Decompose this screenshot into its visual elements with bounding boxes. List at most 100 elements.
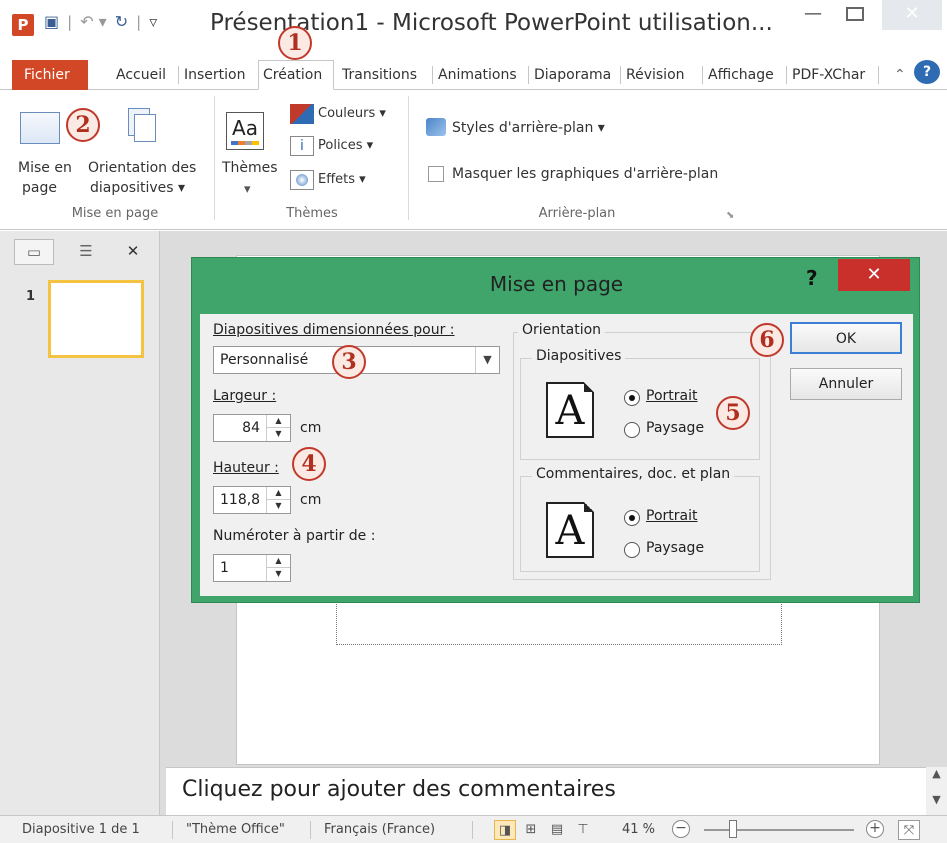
slides-portrait-label[interactable]: Portrait (646, 388, 697, 404)
dialog-help-button[interactable]: ? (806, 266, 818, 290)
annotation-marker-1: 1 (278, 26, 312, 60)
themes-button-label[interactable]: Thèmes (222, 160, 278, 176)
zoom-slider-track[interactable] (704, 829, 854, 831)
background-styles-icon[interactable] (426, 118, 446, 136)
tab-animations[interactable]: Animations (434, 62, 526, 88)
height-label: Hauteur : (213, 460, 279, 476)
title-bar: P ▣ | ↶ ▾ ↻ | ▿ Présentation1 - Microsof… (0, 0, 947, 54)
start-number-label: Numéroter à partir de : (213, 528, 376, 544)
slides-portrait-radio[interactable] (624, 390, 640, 406)
customize-qat-icon[interactable]: ▿ (149, 12, 157, 31)
ribbon-tabs: Fichier Accueil Insertion Création Trans… (0, 58, 947, 90)
slide-size-label: Diapositives dimensionnées pour : (213, 322, 455, 338)
spin-up-icon[interactable]: ▲ (267, 415, 290, 428)
start-number-spinner[interactable]: 1 ▲ ▼ (213, 554, 291, 582)
colors-button[interactable]: Couleurs ▾ (318, 106, 386, 121)
status-language[interactable]: Français (France) (324, 822, 435, 837)
annotation-marker-2: 2 (66, 108, 100, 142)
colors-icon[interactable] (290, 104, 314, 124)
tab-diaporama[interactable]: Diaporama (530, 62, 618, 88)
annotation-marker-6: 6 (750, 323, 784, 357)
notes-landscape-radio[interactable] (624, 542, 640, 558)
page-setup-button-label-1[interactable]: Mise en (18, 160, 72, 176)
slideshow-icon[interactable]: ⊤ (572, 820, 594, 840)
maximize-button[interactable] (832, 0, 878, 30)
close-pane-icon[interactable]: ✕ (118, 239, 148, 265)
status-theme[interactable]: "Thème Office" (186, 822, 285, 837)
slides-tab-icon[interactable]: ▭ (14, 239, 54, 265)
redo-icon[interactable]: ↻ (115, 12, 128, 31)
hide-background-graphics-label[interactable]: Masquer les graphiques d'arrière-plan (452, 166, 718, 182)
slides-landscape-label[interactable]: Paysage (646, 420, 704, 436)
annotation-marker-3: 3 (332, 345, 366, 379)
outline-tab-icon[interactable]: ☰ (66, 239, 106, 265)
width-label: Largeur : (213, 388, 277, 404)
minimize-button[interactable]: — (790, 0, 836, 30)
group-label-arriere-plan: Arrière-plan (538, 206, 616, 221)
ok-button[interactable]: OK (790, 322, 902, 354)
close-window-button[interactable]: ✕ (882, 0, 942, 30)
spin-up-icon[interactable]: ▲ (267, 555, 290, 568)
slide-sorter-icon[interactable]: ⊞ (520, 820, 542, 840)
slide-size-value: Personnalisé (220, 352, 309, 368)
slide-orientation-icon-back (134, 114, 156, 142)
undo-icon[interactable]: ↶ ▾ (80, 12, 107, 31)
cancel-button[interactable]: Annuler (790, 368, 902, 400)
effects-icon[interactable] (290, 170, 314, 190)
fonts-icon[interactable]: i (290, 136, 314, 156)
tab-revision[interactable]: Révision (622, 62, 700, 88)
quick-access-toolbar: ▣ | ↶ ▾ ↻ | ▿ (44, 12, 157, 31)
background-styles-button[interactable]: Styles d'arrière-plan ▾ (452, 120, 605, 136)
height-spinner[interactable]: 118,8 ▲ ▼ (213, 486, 291, 514)
save-icon[interactable]: ▣ (44, 12, 59, 31)
tab-fichier[interactable]: Fichier (12, 60, 88, 90)
notes-portrait-preview-icon: A (546, 502, 594, 558)
notes-portrait-radio[interactable] (624, 510, 640, 526)
annotation-marker-4: 4 (292, 447, 326, 481)
spin-down-icon[interactable]: ▼ (267, 428, 290, 441)
notes-scrollbar[interactable]: ▲ ▼ (926, 767, 947, 815)
spin-down-icon[interactable]: ▼ (267, 568, 290, 581)
normal-view-icon[interactable]: ◨ (494, 820, 516, 840)
chevron-down-icon[interactable]: ▼ (475, 347, 499, 373)
dialog-close-button[interactable]: ✕ (838, 259, 910, 291)
notes-landscape-label[interactable]: Paysage (646, 540, 704, 556)
page-setup-icon[interactable] (20, 112, 60, 144)
page-setup-button-label-2[interactable]: page (22, 180, 57, 196)
status-bar: Diapositive 1 de 1 "Thème Office" França… (0, 815, 947, 843)
zoom-level[interactable]: 41 % (622, 822, 655, 837)
group-label-themes: Thèmes (286, 206, 338, 221)
hide-background-graphics-checkbox[interactable] (428, 166, 444, 182)
themes-icon[interactable]: Aa (226, 112, 264, 150)
fit-to-window-icon[interactable]: ⤧ (898, 820, 920, 840)
orientation-button-label-1[interactable]: Orientation des (88, 160, 196, 176)
fonts-button[interactable]: Polices ▾ (318, 138, 373, 153)
reading-view-icon[interactable]: ▤ (546, 820, 568, 840)
slide-thumbnail[interactable] (48, 280, 144, 358)
slide-thumbnail-number: 1 (26, 289, 36, 304)
separator: | (136, 12, 142, 31)
tab-affichage[interactable]: Affichage (704, 62, 784, 88)
tab-accueil[interactable]: Accueil (112, 62, 176, 88)
zoom-slider-thumb[interactable] (729, 820, 737, 838)
help-icon[interactable]: ? (914, 60, 940, 84)
tab-insertion[interactable]: Insertion (180, 62, 256, 88)
powerpoint-app-icon[interactable]: P (12, 14, 34, 36)
spin-down-icon[interactable]: ▼ (267, 500, 290, 513)
orientation-button-label-2[interactable]: diapositives ▾ (90, 180, 185, 196)
collapse-ribbon-icon[interactable]: ⌃ (890, 62, 908, 88)
spin-up-icon[interactable]: ▲ (267, 487, 290, 500)
tab-pdf-xchange[interactable]: PDF-XChar (788, 62, 872, 88)
tab-creation[interactable]: Création (258, 60, 334, 90)
notes-portrait-label[interactable]: Portrait (646, 508, 697, 524)
themes-dropdown-icon[interactable]: ▾ (244, 182, 251, 197)
slides-pane: ▭ ☰ ✕ 1 (0, 231, 160, 815)
slides-landscape-radio[interactable] (624, 422, 640, 438)
zoom-out-icon[interactable]: − (672, 820, 690, 838)
zoom-in-icon[interactable]: + (866, 820, 884, 838)
notes-placeholder[interactable]: Cliquez pour ajouter des commentaires (182, 777, 616, 802)
dialog-launcher-icon[interactable]: ⬊ (726, 210, 734, 221)
effects-button[interactable]: Effets ▾ (318, 172, 366, 187)
tab-transitions[interactable]: Transitions (338, 62, 430, 88)
width-spinner[interactable]: 84 ▲ ▼ (213, 414, 291, 442)
